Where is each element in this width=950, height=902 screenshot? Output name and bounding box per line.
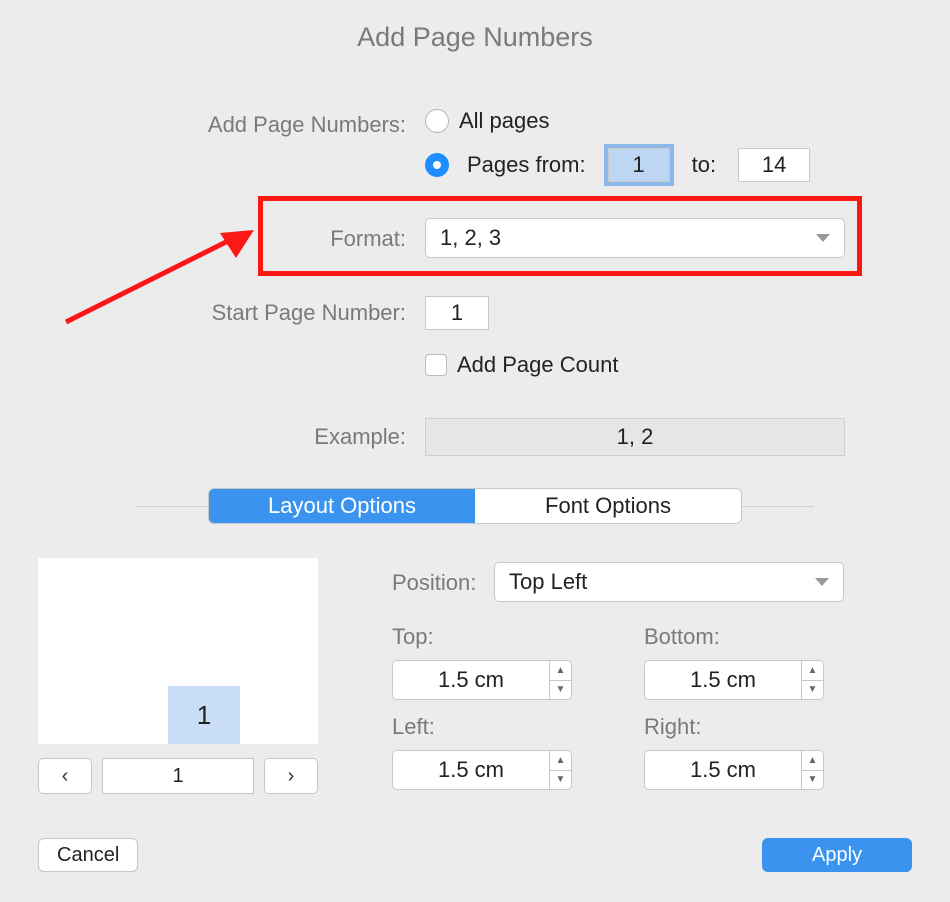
position-select[interactable]: Top Left (494, 562, 844, 602)
apply-button[interactable]: Apply (762, 838, 912, 872)
margin-bottom-input[interactable]: 1.5 cm (644, 660, 802, 700)
position-label: Position: (392, 570, 476, 596)
stepper-up-icon: ▲ (550, 751, 571, 771)
divider (136, 506, 208, 507)
divider (742, 506, 814, 507)
margin-left-stepper[interactable]: ▲ ▼ (550, 750, 572, 790)
radio-all-pages-label: All pages (459, 108, 550, 134)
example-value: 1, 2 (617, 424, 654, 450)
example-box: 1, 2 (425, 418, 845, 456)
margin-left-label: Left: (392, 714, 435, 740)
radio-all-pages[interactable] (425, 109, 449, 133)
stepper-up-icon: ▲ (802, 751, 823, 771)
preview-next-button[interactable]: › (264, 758, 318, 794)
chevron-down-icon (815, 578, 829, 586)
margin-left-field-wrap: 1.5 cm ▲ ▼ (392, 750, 572, 790)
format-label: Format: (146, 226, 406, 252)
pages-to-label: to: (692, 152, 716, 178)
add-page-count-checkbox[interactable] (425, 354, 447, 376)
stepper-up-icon: ▲ (550, 661, 571, 681)
stepper-down-icon: ▼ (550, 681, 571, 700)
margin-top-input[interactable]: 1.5 cm (392, 660, 550, 700)
start-page-input[interactable]: 1 (425, 296, 489, 330)
page-range-label: Add Page Numbers: (146, 112, 406, 138)
position-select-value: Top Left (509, 569, 587, 595)
stepper-down-icon: ▼ (802, 681, 823, 700)
preview-page: 1 (38, 558, 318, 744)
margin-top-stepper[interactable]: ▲ ▼ (550, 660, 572, 700)
format-select[interactable]: 1, 2, 3 (425, 218, 845, 258)
margin-right-label: Right: (644, 714, 701, 740)
margin-right-field-wrap: 1.5 cm ▲ ▼ (644, 750, 824, 790)
add-page-count-label: Add Page Count (457, 352, 618, 378)
preview-page-input[interactable]: 1 (102, 758, 254, 794)
stepper-down-icon: ▼ (550, 771, 571, 790)
margin-right-input[interactable]: 1.5 cm (644, 750, 802, 790)
margin-bottom-label: Bottom: (644, 624, 720, 650)
format-select-value: 1, 2, 3 (440, 225, 501, 251)
pages-to-input[interactable]: 14 (738, 148, 810, 182)
stepper-up-icon: ▲ (802, 661, 823, 681)
radio-pages-from-label: Pages from: (467, 152, 586, 178)
radio-pages-from[interactable] (425, 153, 449, 177)
tab-layout-options[interactable]: Layout Options (209, 489, 475, 523)
dialog-title: Add Page Numbers (0, 22, 950, 53)
stepper-down-icon: ▼ (802, 771, 823, 790)
preview-prev-button[interactable]: ‹ (38, 758, 92, 794)
margin-top-field-wrap: 1.5 cm ▲ ▼ (392, 660, 572, 700)
tab-font-options[interactable]: Font Options (475, 489, 741, 523)
start-page-label: Start Page Number: (146, 300, 406, 326)
page-preview: 1 ‹ 1 › (38, 558, 318, 794)
preview-page-number: 1 (168, 686, 240, 744)
margin-left-input[interactable]: 1.5 cm (392, 750, 550, 790)
chevron-down-icon (816, 234, 830, 242)
cancel-button[interactable]: Cancel (38, 838, 138, 872)
options-tabs: Layout Options Font Options (208, 488, 742, 524)
margin-right-stepper[interactable]: ▲ ▼ (802, 750, 824, 790)
margin-top-label: Top: (392, 624, 434, 650)
pages-from-input[interactable]: 1 (608, 148, 670, 182)
example-label: Example: (146, 424, 406, 450)
margin-bottom-field-wrap: 1.5 cm ▲ ▼ (644, 660, 824, 700)
margin-bottom-stepper[interactable]: ▲ ▼ (802, 660, 824, 700)
